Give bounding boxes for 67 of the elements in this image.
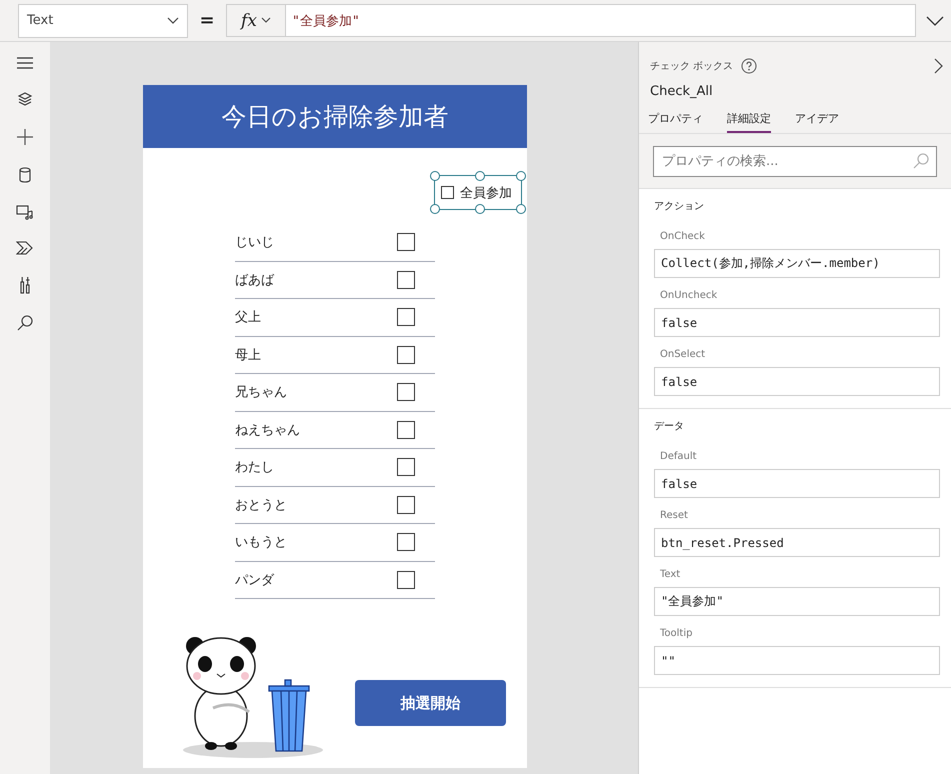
member-name: 母上 bbox=[235, 346, 261, 364]
fx-button[interactable]: fx bbox=[226, 4, 286, 37]
media-icon[interactable] bbox=[16, 204, 34, 220]
member-name: パンダ bbox=[235, 572, 274, 589]
member-checkbox[interactable] bbox=[397, 383, 415, 402]
member-checkbox[interactable] bbox=[397, 270, 415, 289]
property-label: OnUncheck bbox=[659, 289, 718, 303]
member-name: おとうと bbox=[235, 496, 287, 514]
property-label: Reset bbox=[659, 509, 689, 523]
layers-icon[interactable] bbox=[17, 91, 33, 107]
member-name: じいじ bbox=[235, 234, 274, 252]
resize-handle[interactable] bbox=[430, 171, 440, 181]
member-name: ばあば bbox=[235, 272, 274, 289]
section-title: データ bbox=[653, 420, 685, 433]
member-checkbox[interactable] bbox=[397, 496, 415, 514]
tools-icon[interactable] bbox=[19, 276, 31, 294]
chevron-right-icon[interactable] bbox=[934, 58, 943, 74]
formula-field[interactable]: "全員参加" bbox=[286, 4, 916, 37]
member-name: ねえちゃん bbox=[235, 422, 300, 439]
chevron-down-icon bbox=[260, 17, 271, 24]
member-name: わたし bbox=[235, 459, 274, 476]
property-value-field[interactable]: "" bbox=[654, 646, 940, 675]
member-checkbox[interactable] bbox=[397, 458, 415, 476]
chevron-down-icon bbox=[167, 16, 179, 24]
resize-handle[interactable] bbox=[475, 171, 485, 181]
property-value-field[interactable]: btn_reset.Pressed bbox=[654, 528, 940, 557]
search-icon bbox=[913, 153, 929, 169]
property-value-field[interactable]: Collect(参加,掃除メンバー.member) bbox=[654, 249, 940, 278]
resize-handle[interactable] bbox=[516, 171, 526, 181]
control-type-label: チェック ボックス bbox=[650, 60, 734, 73]
property-value-field[interactable]: false bbox=[654, 367, 940, 396]
menu-icon[interactable] bbox=[16, 56, 34, 70]
property-search-field[interactable]: プロパティの検索... bbox=[653, 146, 937, 177]
property-value-field[interactable]: false bbox=[654, 469, 940, 498]
start-draw-button[interactable]: 抽選開始 bbox=[355, 680, 506, 726]
property-label: OnCheck bbox=[659, 230, 706, 244]
search-icon[interactable] bbox=[17, 315, 33, 331]
member-name: いもうと bbox=[235, 534, 287, 552]
equals-sign: = bbox=[198, 10, 216, 31]
control-name: Check_All bbox=[639, 74, 951, 99]
screen-header: 今日のお掃除参加者 bbox=[143, 85, 527, 148]
property-dropdown[interactable]: Text bbox=[18, 4, 188, 38]
member-name: 兄ちゃん bbox=[235, 384, 287, 402]
property-label: Tooltip bbox=[659, 627, 694, 641]
member-checkbox[interactable] bbox=[397, 570, 415, 589]
property-label: Default bbox=[659, 450, 698, 464]
flow-icon[interactable] bbox=[16, 241, 34, 255]
property-value-field[interactable]: false bbox=[654, 308, 940, 337]
panel-tab[interactable]: プロパティ bbox=[648, 111, 703, 133]
member-checkbox[interactable] bbox=[397, 533, 415, 552]
plus-icon[interactable] bbox=[16, 128, 34, 146]
member-checkbox[interactable] bbox=[397, 308, 415, 326]
member-checkbox[interactable] bbox=[397, 420, 415, 439]
member-checkbox[interactable] bbox=[397, 346, 415, 364]
panel-tab[interactable]: アイデア bbox=[795, 111, 839, 133]
property-label: OnSelect bbox=[659, 348, 706, 362]
resize-handle[interactable] bbox=[475, 204, 485, 214]
help-icon[interactable] bbox=[741, 58, 758, 74]
expand-chevron-icon[interactable] bbox=[926, 16, 944, 26]
member-checkbox[interactable] bbox=[397, 233, 415, 252]
member-name: 父上 bbox=[235, 309, 261, 326]
property-label: Text bbox=[659, 568, 682, 582]
resize-handle[interactable] bbox=[516, 204, 526, 214]
property-value-field[interactable]: "全員参加" bbox=[654, 587, 940, 616]
resize-handle[interactable] bbox=[430, 204, 440, 214]
database-icon[interactable] bbox=[19, 167, 31, 183]
section-title: アクション bbox=[653, 200, 705, 213]
